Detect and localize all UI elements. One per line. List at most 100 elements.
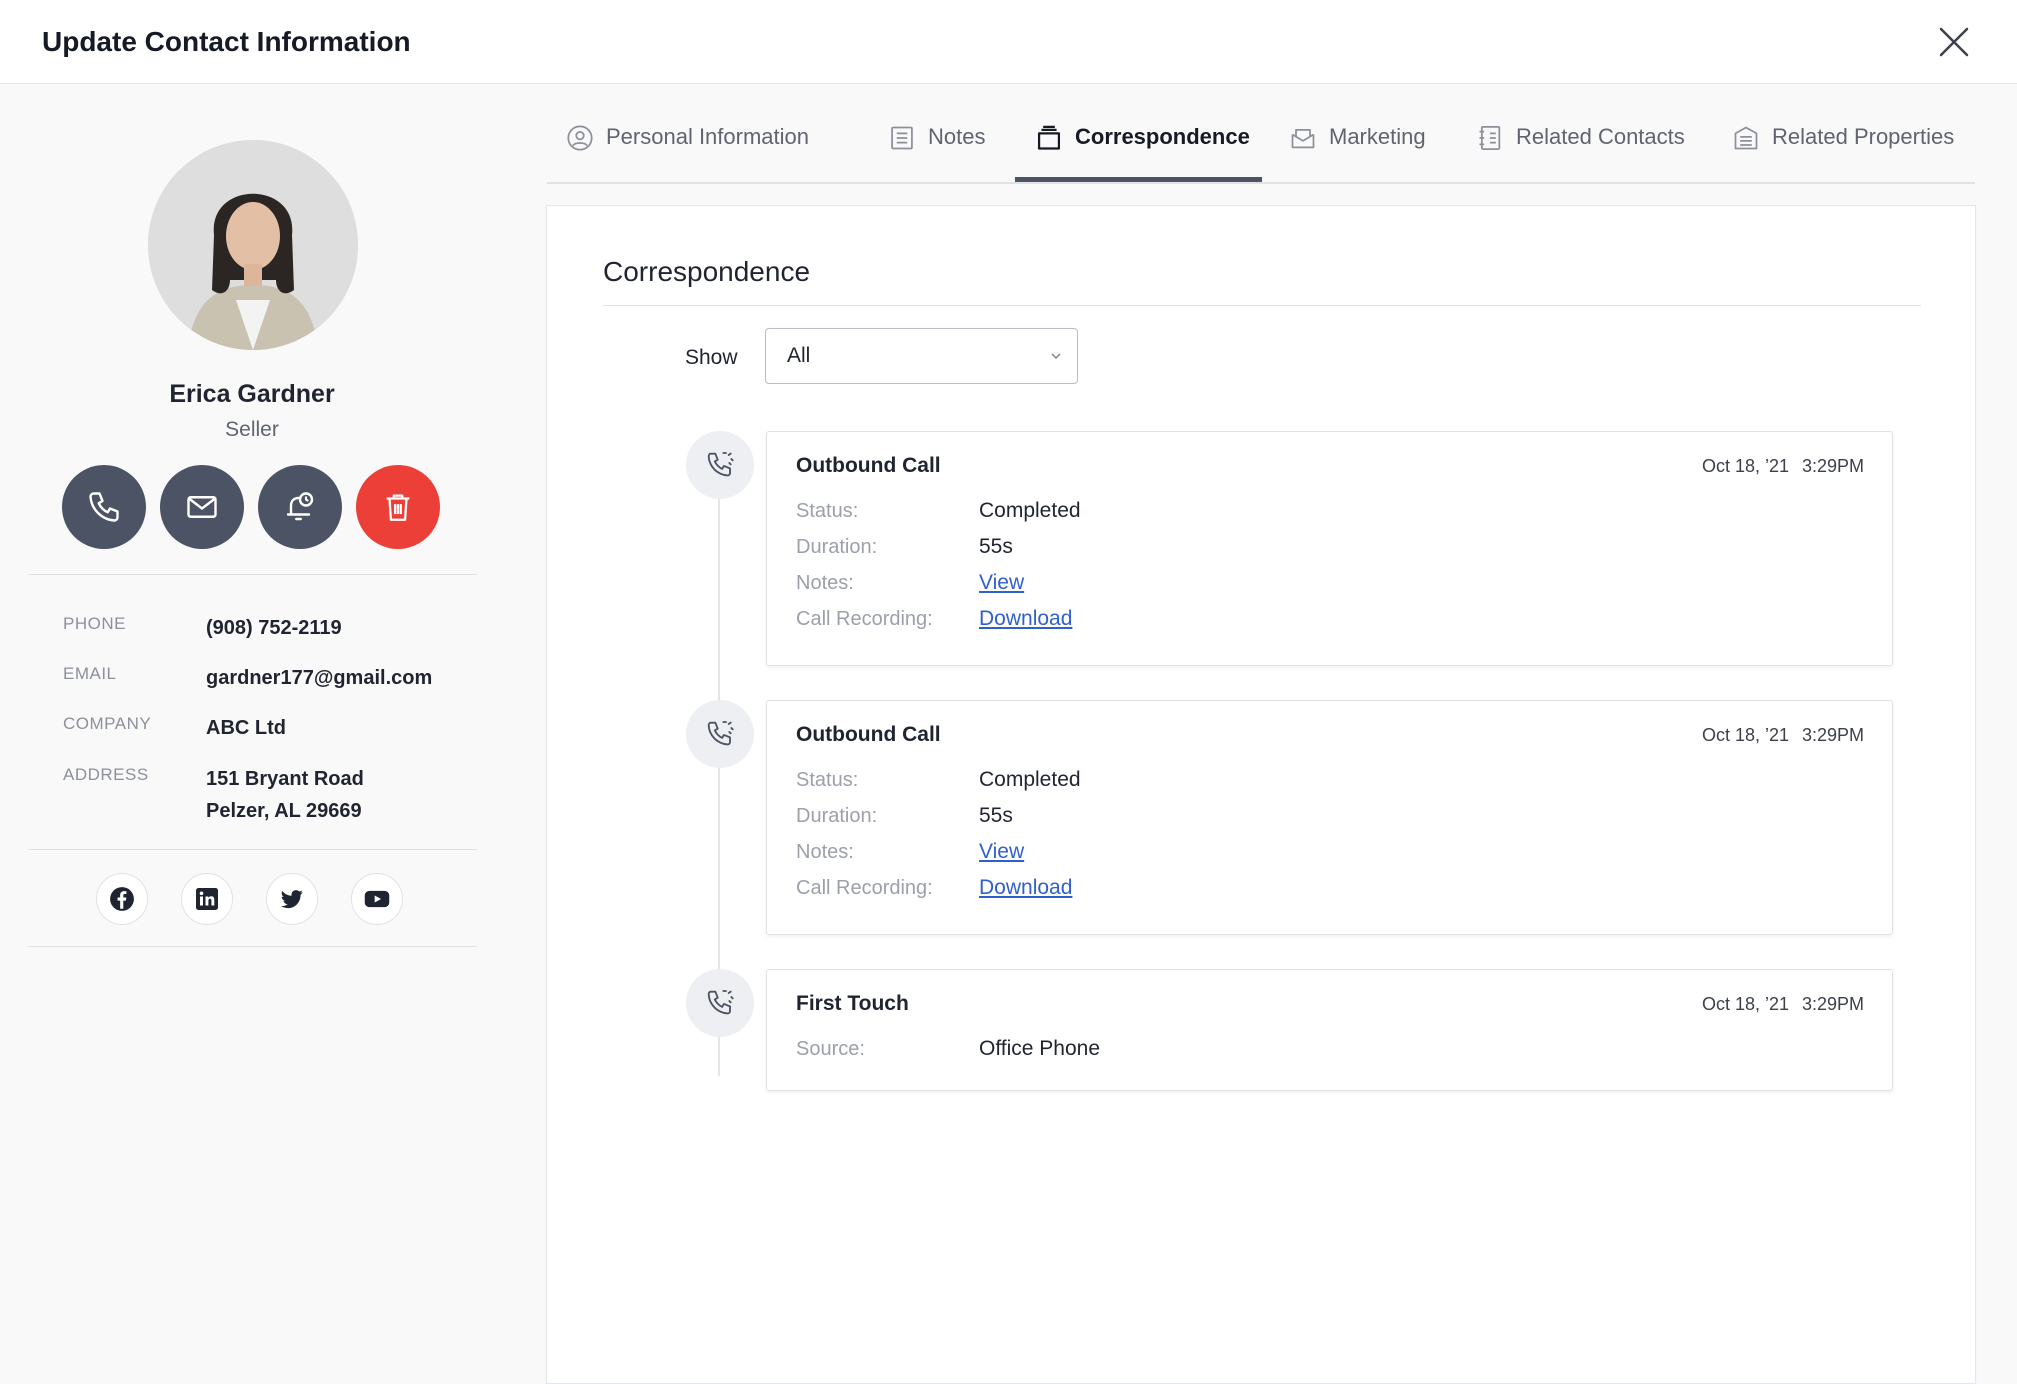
status-value: Completed	[979, 499, 1081, 522]
header: Update Contact Information	[0, 0, 2017, 84]
entry-date: Oct 18, ’21	[1701, 725, 1789, 745]
call-button[interactable]	[62, 465, 146, 549]
tab-label: Personal Information	[606, 124, 809, 149]
twitter-icon	[280, 890, 303, 909]
avatar	[148, 140, 358, 350]
delete-button[interactable]	[356, 465, 440, 549]
download-recording-link[interactable]: Download	[979, 876, 1072, 900]
reminder-button[interactable]	[258, 465, 342, 549]
notes-label: Notes:	[796, 841, 854, 863]
linkedin-button[interactable]	[181, 873, 233, 925]
correspondence-panel: Correspondence Show All Outbound Call Oc…	[546, 205, 1976, 1384]
timeline-marker	[686, 431, 754, 499]
contact-name: Erica Gardner	[169, 380, 335, 408]
tab-bar: Personal Information Notes Correspondenc…	[547, 84, 1975, 184]
tab-label: Correspondence	[1075, 124, 1250, 149]
view-notes-link[interactable]: View	[979, 840, 1024, 864]
phone-outgoing-icon	[707, 452, 734, 477]
notes-label: Notes:	[796, 572, 854, 594]
notes-icon	[891, 126, 913, 150]
social-links	[96, 873, 403, 925]
show-label: Show	[685, 346, 738, 369]
tab-label: Related Contacts	[1516, 124, 1685, 149]
entry-date: Oct 18, ’21	[1701, 994, 1789, 1014]
duration-label: Duration:	[796, 805, 878, 827]
envelope-open-icon	[1291, 128, 1315, 149]
section-title: Correspondence	[603, 256, 811, 287]
correspondence-entry: Outbound Call Oct 18, ’21 3:29PM Status:…	[766, 431, 1893, 666]
entry-title: Outbound Call	[796, 723, 941, 746]
address-label: ADDRESS	[63, 765, 149, 784]
divider	[28, 574, 477, 575]
entry-date: Oct 18, ’21	[1701, 456, 1789, 476]
show-filter-value: All	[787, 344, 811, 367]
company-value: ABC Ltd	[206, 717, 286, 739]
address-line1: 151 Bryant Road	[206, 768, 364, 790]
user-icon	[567, 125, 593, 151]
show-filter-select[interactable]: All	[765, 328, 1078, 384]
youtube-icon	[364, 890, 390, 908]
tab-personal-information[interactable]: Personal Information	[566, 124, 809, 184]
phone-outgoing-icon	[707, 990, 734, 1015]
tab-related-properties[interactable]: Related Properties	[1732, 124, 1954, 184]
tab-label: Related Properties	[1772, 124, 1955, 149]
chevron-down-icon	[1051, 353, 1061, 360]
source-value: Office Phone	[979, 1037, 1101, 1060]
facebook-icon	[110, 887, 134, 911]
linkedin-icon	[196, 888, 218, 910]
email-button[interactable]	[160, 465, 244, 549]
tab-label: Marketing	[1329, 124, 1426, 149]
duration-label: Duration:	[796, 536, 878, 558]
duration-value: 55s	[979, 535, 1013, 558]
correspondence-entry: First Touch Oct 18, ’21 3:29PM Source: O…	[766, 969, 1893, 1091]
divider	[603, 305, 1921, 306]
entry-time: 3:29PM	[1801, 725, 1864, 745]
download-recording-link[interactable]: Download	[979, 607, 1072, 631]
view-notes-link[interactable]: View	[979, 571, 1024, 595]
recording-label: Call Recording:	[796, 877, 933, 899]
trash-icon	[386, 494, 410, 521]
entry-time: 3:29PM	[1801, 456, 1864, 476]
recording-label: Call Recording:	[796, 608, 933, 630]
contact-sidebar: Erica Gardner Seller PHONE (908) 752-211…	[0, 84, 510, 1384]
entry-time: 3:29PM	[1801, 994, 1864, 1014]
correspondence-entry: Outbound Call Oct 18, ’21 3:29PM Status:…	[766, 700, 1893, 935]
divider	[28, 849, 477, 850]
phone-label: PHONE	[63, 614, 126, 633]
timeline-marker	[686, 700, 754, 768]
phone-icon	[89, 492, 119, 522]
twitter-button[interactable]	[266, 873, 318, 925]
duration-value: 55s	[979, 804, 1013, 827]
company-label: COMPANY	[63, 714, 152, 733]
mail-icon	[187, 496, 217, 518]
entry-title: Outbound Call	[796, 454, 941, 477]
status-value: Completed	[979, 768, 1081, 791]
contact-role: Seller	[225, 418, 279, 441]
tab-marketing[interactable]: Marketing	[1289, 124, 1426, 184]
tab-correspondence[interactable]: Correspondence	[1035, 124, 1250, 184]
tab-related-contacts[interactable]: Related Contacts	[1476, 124, 1685, 184]
page-title: Update Contact Information	[42, 26, 411, 57]
divider	[28, 946, 477, 947]
youtube-button[interactable]	[351, 873, 403, 925]
timeline-marker	[686, 969, 754, 1037]
source-label: Source:	[796, 1038, 865, 1060]
entry-title: First Touch	[796, 992, 909, 1015]
active-tab-indicator	[1015, 177, 1262, 182]
folder-icon	[1037, 125, 1061, 150]
address-line2: Pelzer, AL 29669	[206, 800, 362, 822]
facebook-button[interactable]	[96, 873, 148, 925]
close-icon[interactable]	[1936, 24, 1972, 60]
phone-value[interactable]: (908) 752-2119	[206, 612, 342, 644]
contact-actions	[62, 465, 440, 549]
bell-clock-icon	[286, 492, 314, 521]
email-value[interactable]: gardner177@gmail.com	[206, 662, 432, 694]
address-book-icon	[1479, 126, 1501, 150]
phone-outgoing-icon	[707, 721, 734, 746]
email-label: EMAIL	[63, 664, 117, 683]
building-icon	[1734, 126, 1758, 150]
status-label: Status:	[796, 500, 859, 522]
tab-label: Notes	[928, 124, 986, 149]
status-label: Status:	[796, 769, 859, 791]
tab-notes[interactable]: Notes	[888, 124, 985, 184]
